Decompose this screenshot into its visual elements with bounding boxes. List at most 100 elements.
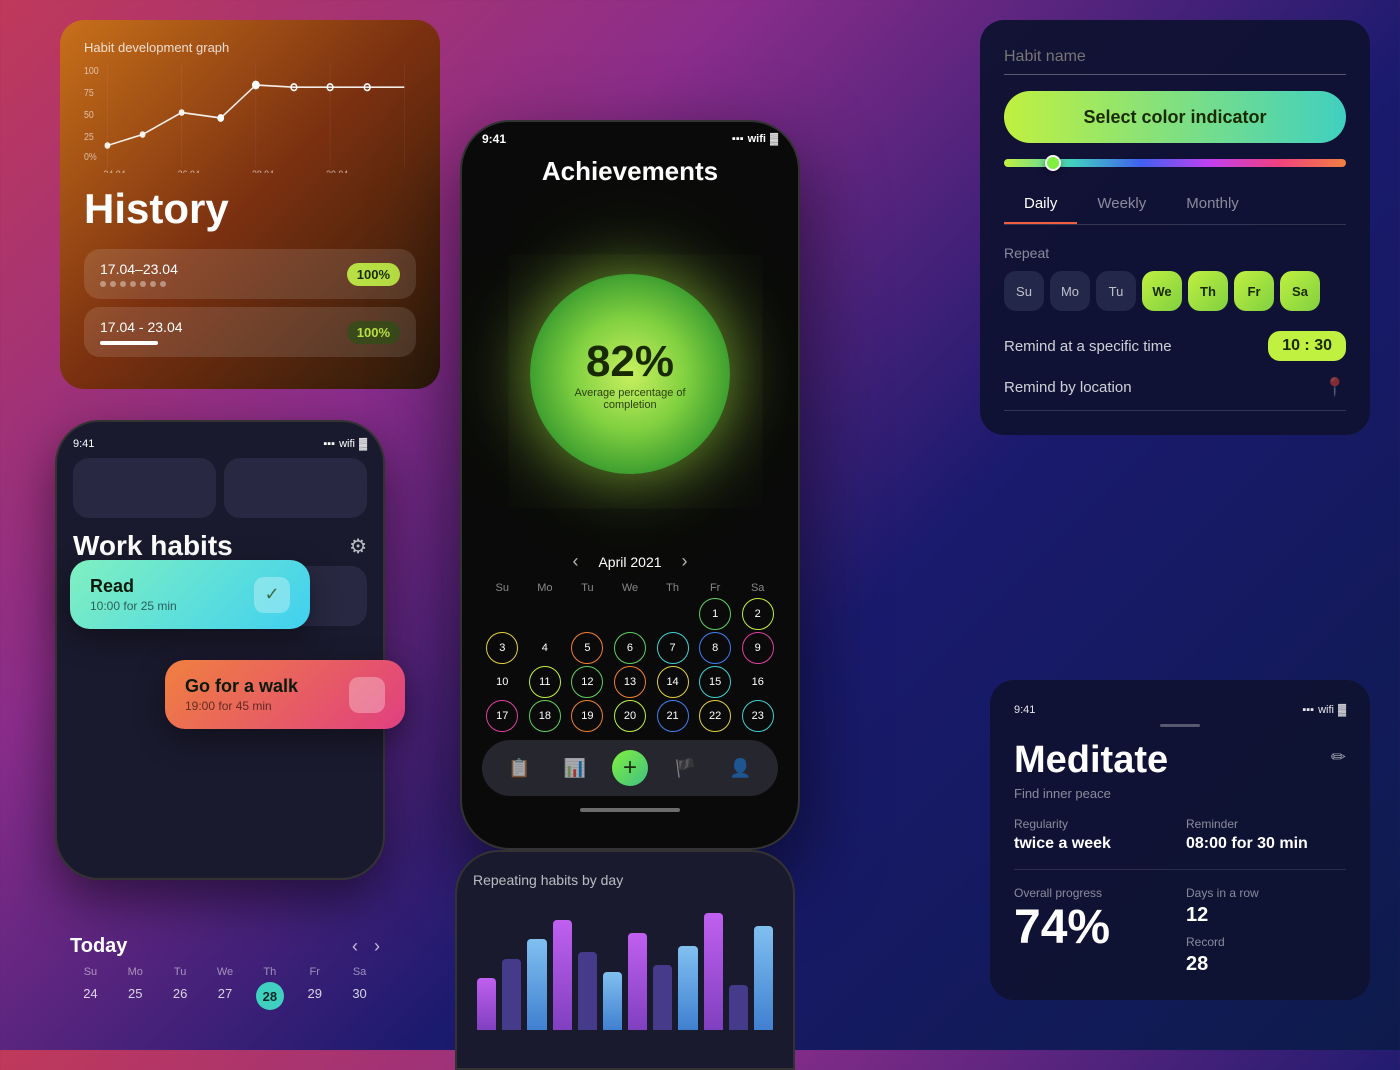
cal-day-16[interactable]: 16 xyxy=(742,666,774,698)
work-status-bar: 9:41 ▪▪▪ wifi ▓ xyxy=(73,438,367,450)
cal-day-3[interactable]: 3 xyxy=(486,632,518,664)
calendar-grid: Su Mo Tu We Th Fr Sa 1 2 3 4 5 6 xyxy=(482,580,778,732)
phone-achievements: 9:41 ▪▪▪ wifi ▓ Achievements 82% Average… xyxy=(460,120,800,850)
cal-day-21[interactable]: 21 xyxy=(657,700,689,732)
today-label-th: Th xyxy=(249,966,290,978)
cal-day-18[interactable]: 18 xyxy=(529,700,561,732)
prev-month-btn[interactable]: ‹ xyxy=(572,551,578,572)
today-title: Today xyxy=(70,935,127,958)
cal-day-6[interactable]: 6 xyxy=(614,632,646,664)
today-day-28[interactable]: 28 xyxy=(256,982,284,1010)
chip-th[interactable]: Th xyxy=(1188,271,1228,311)
cal-day-23[interactable]: 23 xyxy=(742,700,774,732)
cal-day-5[interactable]: 5 xyxy=(571,632,603,664)
cal-day-19[interactable]: 19 xyxy=(571,700,603,732)
svg-text:26.04: 26.04 xyxy=(178,169,200,173)
location-icon[interactable]: 📍 xyxy=(1324,377,1346,398)
today-day-24[interactable]: 24 xyxy=(70,982,111,1010)
calendar-section: ‹ April 2021 › Su Mo Tu We Th Fr Sa 1 2 xyxy=(482,551,778,732)
today-day-26[interactable]: 26 xyxy=(160,982,201,1010)
today-label-we: We xyxy=(205,966,246,978)
habit-name-input[interactable] xyxy=(1004,44,1346,75)
gear-icon[interactable]: ⚙ xyxy=(349,534,367,559)
overall-value: 74% xyxy=(1014,904,1174,952)
circle-label: Average percentage ofcompletion xyxy=(558,387,701,411)
today-day-29[interactable]: 29 xyxy=(294,982,335,1010)
habit-read-check[interactable]: ✓ xyxy=(254,577,290,613)
cal-day-11[interactable]: 11 xyxy=(529,666,561,698)
cal-day-4[interactable]: 4 xyxy=(529,632,561,664)
cal-day-22[interactable]: 22 xyxy=(699,700,731,732)
bar-5 xyxy=(578,952,597,1030)
reminder-label: Reminder xyxy=(1186,817,1346,831)
wifi-icon: wifi xyxy=(748,133,766,145)
chip-fr[interactable]: Fr xyxy=(1234,271,1274,311)
cal-day-17[interactable]: 17 xyxy=(486,700,518,732)
today-label-mo: Mo xyxy=(115,966,156,978)
cal-day-2[interactable]: 2 xyxy=(742,598,774,630)
chip-we[interactable]: We xyxy=(1142,271,1182,311)
chip-sa[interactable]: Sa xyxy=(1280,271,1320,311)
today-day-27[interactable]: 27 xyxy=(205,982,246,1010)
cal-h-sa: Sa xyxy=(737,580,778,596)
chip-tu[interactable]: Tu xyxy=(1096,271,1136,311)
overall-label: Overall progress xyxy=(1014,886,1174,900)
today-day-25[interactable]: 25 xyxy=(115,982,156,1010)
cal-day-15[interactable]: 15 xyxy=(699,666,731,698)
habit-card-read[interactable]: Read 10:00 for 25 min ✓ xyxy=(70,560,310,629)
cal-day-1[interactable]: 1 xyxy=(699,598,731,630)
today-next[interactable]: › xyxy=(374,936,380,957)
cal-h-tu: Tu xyxy=(567,580,608,596)
habit-card-walk[interactable]: Go for a walk 19:00 for 45 min xyxy=(165,660,405,729)
meditate-header: Meditate ✏ xyxy=(1014,739,1346,782)
cal-h-we: We xyxy=(610,580,651,596)
today-prev[interactable]: ‹ xyxy=(352,936,358,957)
habit-read-time: 10:00 for 25 min xyxy=(90,599,177,613)
badge-1: 100% xyxy=(347,263,400,286)
badge-2: 100% xyxy=(347,321,400,344)
cal-day-13[interactable]: 13 xyxy=(614,666,646,698)
tab-monthly[interactable]: Monthly xyxy=(1166,187,1259,224)
meditate-phone-bar: 9:41 ▪▪▪ wifi ▓ xyxy=(1014,704,1346,716)
achievement-circle-container: 82% Average percentage ofcompletion xyxy=(482,197,778,551)
bar-2 xyxy=(502,959,521,1031)
bar-8 xyxy=(653,965,672,1030)
nav-add[interactable]: + xyxy=(612,750,648,786)
cal-day-14[interactable]: 14 xyxy=(657,666,689,698)
signal-icon: ▪▪▪ xyxy=(732,133,744,145)
meditate-card: 9:41 ▪▪▪ wifi ▓ Meditate ✏ Find inner pe… xyxy=(990,680,1370,1000)
tab-daily[interactable]: Daily xyxy=(1004,187,1077,224)
cal-day-7[interactable]: 7 xyxy=(657,632,689,664)
cal-day-8[interactable]: 8 xyxy=(699,632,731,664)
meditate-time: 9:41 xyxy=(1014,704,1035,716)
calendar-month: April 2021 xyxy=(598,554,661,570)
today-nav: ‹ › xyxy=(352,936,380,957)
regularity-label: Regularity xyxy=(1014,817,1174,831)
cal-day-empty2 xyxy=(529,598,561,630)
cal-day-20[interactable]: 20 xyxy=(614,700,646,732)
nav-person[interactable]: 👤 xyxy=(722,750,758,786)
color-slider[interactable] xyxy=(1004,159,1346,167)
time-badge[interactable]: 10 : 30 xyxy=(1268,331,1346,361)
color-indicator-btn[interactable]: Select color indicator xyxy=(1004,91,1346,143)
days-value: 12 xyxy=(1186,904,1346,927)
chip-su[interactable]: Su xyxy=(1004,271,1044,311)
cal-day-10[interactable]: 10 xyxy=(486,666,518,698)
circle-percent: 82% xyxy=(586,337,674,387)
next-month-btn[interactable]: › xyxy=(682,551,688,572)
date-range-2: 17.04 - 23.04 xyxy=(100,319,183,335)
chip-mo[interactable]: Mo xyxy=(1050,271,1090,311)
today-day-30[interactable]: 30 xyxy=(339,982,380,1010)
habit-walk-check[interactable] xyxy=(349,677,385,713)
tab-weekly[interactable]: Weekly xyxy=(1077,187,1166,224)
reminder-value: 08:00 for 30 min xyxy=(1186,835,1346,853)
cal-day-9[interactable]: 9 xyxy=(742,632,774,664)
edit-icon[interactable]: ✏ xyxy=(1331,747,1346,768)
slider-thumb[interactable] xyxy=(1045,155,1061,171)
cal-day-empty4 xyxy=(614,598,646,630)
nav-flag[interactable]: 🏴 xyxy=(667,750,703,786)
cal-day-12[interactable]: 12 xyxy=(571,666,603,698)
habit-walk-name: Go for a walk xyxy=(185,676,298,697)
nav-chart[interactable]: 📊 xyxy=(557,750,593,786)
nav-clipboard[interactable]: 📋 xyxy=(502,750,538,786)
